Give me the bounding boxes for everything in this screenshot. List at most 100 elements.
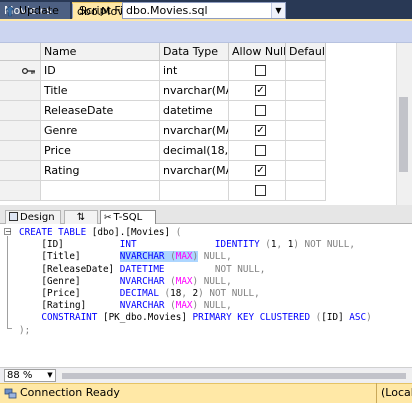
cell-default[interactable] <box>286 61 326 81</box>
sql-token: [ID] <box>19 239 120 251</box>
swap-panes-button[interactable]: ⇅ <box>64 210 98 224</box>
sql-token: ( <box>310 312 322 324</box>
sql-token: NOT NULL <box>298 239 350 251</box>
sql-editor[interactable]: CREATE TABLE [dbo].[Movies] ( [ID] INT I… <box>0 224 412 367</box>
sql-token: [dbo].[Movies] <box>86 227 176 238</box>
tab-design[interactable]: Design <box>5 210 61 224</box>
toolbar-separator <box>72 4 73 18</box>
row-selector[interactable] <box>0 161 41 181</box>
cell-default[interactable] <box>286 161 326 181</box>
cell-type[interactable]: decimal(18,2) <box>160 141 229 161</box>
design-icon <box>9 212 18 221</box>
pane-tab-strip <box>0 210 412 224</box>
cell-type[interactable]: nvarchar(MAX) <box>160 81 229 101</box>
sql-selection: NVARCHAR (MAX) <box>119 251 199 263</box>
column-grid: Name Data Type Allow Nulls Default ID in… <box>0 43 396 201</box>
cell-name[interactable]: Rating <box>41 161 160 181</box>
sql-token: ( <box>164 275 176 287</box>
sql-token: , <box>276 239 288 251</box>
cell-allow-nulls: ✓ <box>229 161 286 181</box>
cell-name[interactable]: ID <box>41 61 160 81</box>
sql-token: [Genre] <box>19 275 120 287</box>
cell-default[interactable] <box>286 81 326 101</box>
connection-icon <box>4 388 17 399</box>
sql-token: NOT NULL <box>214 263 260 275</box>
zoom-select[interactable]: 88 % ▼ <box>4 369 56 382</box>
allow-nulls-checkbox[interactable] <box>255 105 266 116</box>
sql-token: , <box>226 251 232 263</box>
row-selector[interactable] <box>0 61 41 81</box>
sql-token: [Price] <box>19 288 120 300</box>
allow-nulls-checkbox[interactable]: ✓ <box>255 165 266 176</box>
chevron-down-icon[interactable]: ▼ <box>271 3 285 18</box>
scrollbar-thumb[interactable] <box>399 97 408 172</box>
scrollbar-thumb[interactable] <box>62 373 406 379</box>
cell-type[interactable]: datetime <box>160 101 229 121</box>
row-selector[interactable] <box>0 101 41 121</box>
sql-token: , <box>226 275 232 287</box>
cell-type[interactable]: nvarchar(MAX) <box>160 121 229 141</box>
sql-token: ( <box>164 251 176 263</box>
sql-token: [ReleaseDate] <box>19 263 120 275</box>
sql-token: MAX <box>175 300 193 312</box>
collapse-icon[interactable]: − <box>4 228 12 236</box>
script-file-select[interactable]: dbo.Movies.sql ▼ <box>122 2 286 19</box>
zoom-value: 88 % <box>7 370 33 381</box>
sql-token: ( <box>175 227 182 238</box>
header-default[interactable]: Default <box>286 43 326 61</box>
update-label: Update <box>19 4 59 17</box>
cell-type[interactable]: nvarchar(MAX) <box>160 161 229 181</box>
sql-token: NVARCHAR <box>119 275 165 287</box>
sql-token: DATETIME <box>119 263 165 275</box>
chevron-down-icon[interactable]: ▼ <box>45 370 55 381</box>
script-file-value: dbo.Movies.sql <box>126 4 208 17</box>
sql-token: ( <box>158 288 171 300</box>
header-allow-nulls[interactable]: Allow Nulls <box>229 43 286 61</box>
allow-nulls-checkbox[interactable]: ✓ <box>255 125 266 136</box>
allow-nulls-checkbox[interactable] <box>255 185 266 196</box>
cell-default[interactable] <box>286 121 326 141</box>
sql-token: NVARCHAR <box>119 300 165 312</box>
tab-tsql-label: T-SQL <box>113 212 143 223</box>
sql-token: ); <box>19 324 31 336</box>
allow-nulls-checkbox[interactable] <box>255 145 266 156</box>
sql-token: ASC <box>343 312 367 324</box>
header-name[interactable]: Name <box>41 43 160 61</box>
sql-token: NULL <box>198 300 227 312</box>
sql-icon: ✂ <box>104 213 112 223</box>
header-data-type[interactable]: Data Type <box>160 43 229 61</box>
sql-token: DECIMAL <box>119 288 159 300</box>
sql-code[interactable]: CREATE TABLE [dbo].[Movies] ( [ID] INT I… <box>19 227 372 337</box>
cell-name[interactable]: Price <box>41 141 160 161</box>
update-button[interactable]: Update <box>4 2 59 19</box>
cell-type[interactable] <box>160 181 229 201</box>
outline-guide <box>7 236 8 328</box>
sql-token: NVARCHAR <box>119 251 165 263</box>
cell-default[interactable] <box>286 101 326 121</box>
cell-default[interactable] <box>286 181 326 201</box>
sql-token: NULL <box>198 275 227 287</box>
cell-type[interactable]: int <box>160 61 229 81</box>
sql-token: ) <box>366 312 372 324</box>
cell-default[interactable] <box>286 141 326 161</box>
sql-token: MAX <box>175 275 193 287</box>
row-selector[interactable] <box>0 81 41 101</box>
cell-allow-nulls: ✓ <box>229 81 286 101</box>
cell-allow-nulls <box>229 61 286 81</box>
sql-token: [Rating] <box>19 300 120 312</box>
row-selector[interactable] <box>0 141 41 161</box>
cell-name[interactable]: Genre <box>41 121 160 141</box>
sql-token: CONSTRAINT <box>41 312 98 324</box>
row-selector[interactable] <box>0 121 41 141</box>
designer-toolbar <box>0 21 412 43</box>
cell-name[interactable] <box>41 181 160 201</box>
cell-name[interactable]: ReleaseDate <box>41 101 160 121</box>
cell-name[interactable]: Title <box>41 81 160 101</box>
key-icon <box>22 68 35 74</box>
tab-tsql[interactable]: ✂ T-SQL <box>100 210 156 225</box>
allow-nulls-checkbox[interactable]: ✓ <box>255 85 266 96</box>
sql-token: INT <box>119 239 137 251</box>
allow-nulls-checkbox[interactable] <box>255 65 266 76</box>
sql-token: NULL <box>198 251 227 263</box>
row-selector[interactable] <box>0 181 41 201</box>
